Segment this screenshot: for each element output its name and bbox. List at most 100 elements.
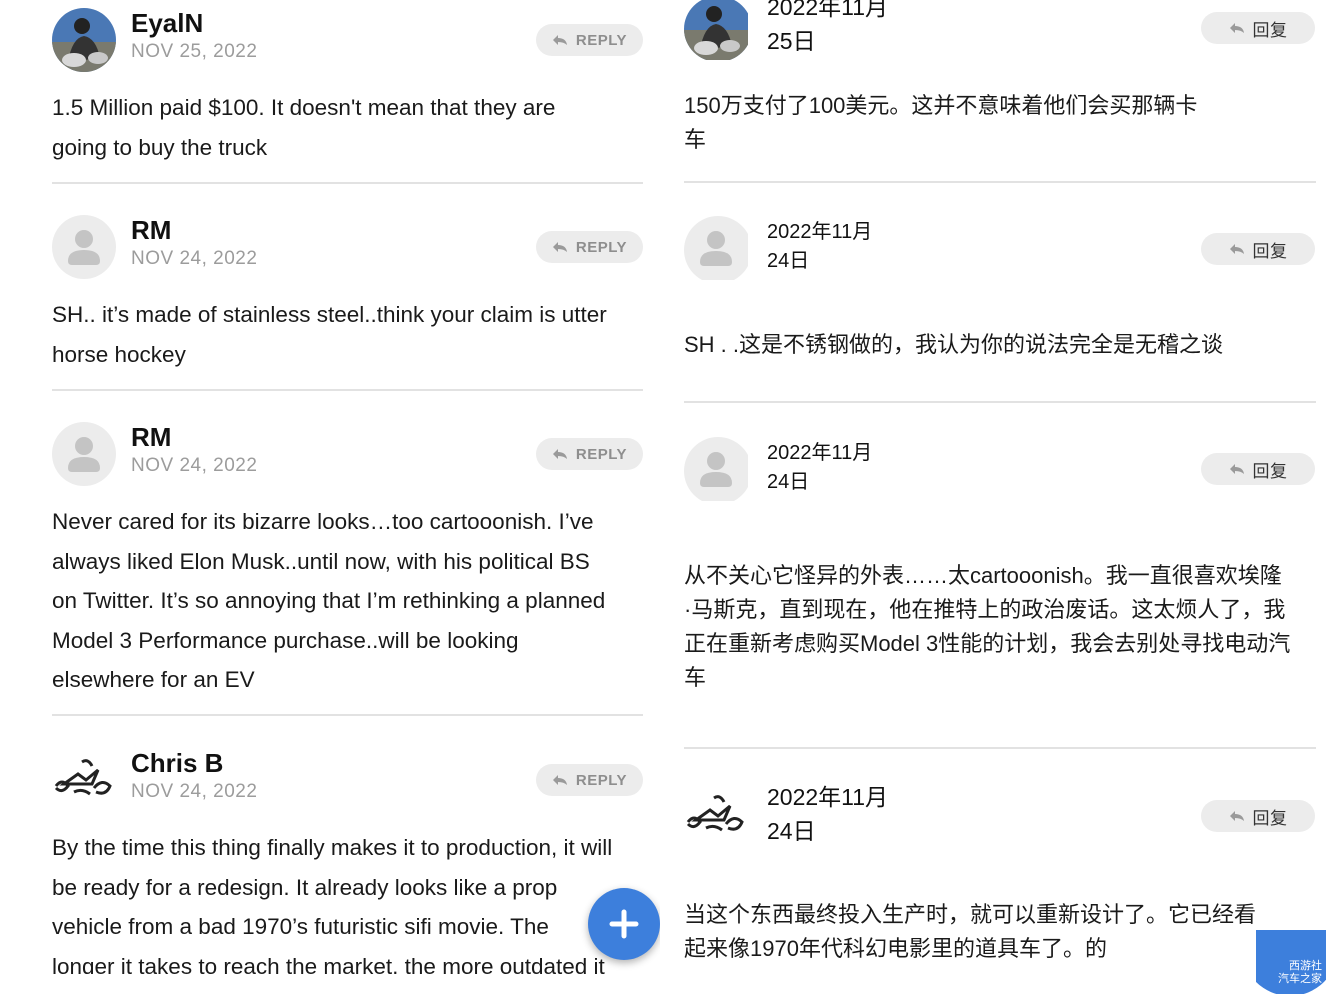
date-line: 2022年11月	[767, 221, 873, 243]
comment-author: RM	[131, 215, 172, 245]
user-photo-icon	[52, 8, 116, 72]
reply-label: 回复	[1252, 241, 1288, 261]
comment-date: 2022年11月 24日	[767, 780, 888, 848]
divider	[52, 182, 643, 184]
avatar[interactable]	[52, 748, 116, 812]
reply-label: REPLY	[575, 31, 628, 49]
reply-button[interactable]: REPLY	[536, 24, 643, 56]
add-comment-button[interactable]	[588, 888, 660, 960]
reply-arrow-icon	[1229, 23, 1244, 33]
comment-line: 从不关心它怪异的外表……太cartooonish。我一直很喜欢埃隆	[684, 563, 1282, 588]
default-user-icon	[52, 215, 116, 279]
comment-line: Never cared for its bizarre looks…too ca…	[52, 509, 594, 534]
watermark-line: 汽车之家	[1278, 973, 1322, 985]
plus-icon	[609, 909, 639, 939]
date-line: 25日	[767, 28, 816, 54]
avatar[interactable]	[52, 8, 116, 72]
comment-body: 从不关心它怪异的外表……太cartooonish。我一直很喜欢埃隆 ·马斯克，直…	[684, 559, 1316, 695]
comment-line: Model 3 Performance purchase..will be lo…	[52, 627, 519, 653]
motorcycle-sketch-icon	[52, 748, 116, 812]
motorcycle-sketch-icon	[684, 784, 748, 848]
default-user-icon	[684, 437, 748, 501]
reply-arrow-icon	[1229, 244, 1244, 254]
comment-line: 1.5 Million paid $100. It doesn't mean t…	[52, 95, 556, 120]
comment-line: By the time this thing finally makes it …	[52, 835, 613, 860]
reply-label: 回复	[1252, 808, 1288, 828]
comment-date: 2022年11月 24日	[767, 218, 872, 276]
date-line: 2022年11月	[767, 442, 873, 464]
avatar[interactable]	[684, 216, 752, 284]
comment-date: 2022年11月 24日	[767, 439, 872, 497]
comment-author: RM	[131, 422, 172, 452]
comment-body: 当这个东西最终投入生产时，就可以重新设计了。它已经看 起来像1970年代科幻电影…	[684, 898, 1316, 966]
reply-label: REPLY	[575, 445, 628, 463]
date-line: 24日	[767, 250, 810, 272]
avatar[interactable]	[52, 215, 116, 279]
comment-date: 2022年11月 25日	[767, 0, 888, 58]
watermark-line: 西游社	[1289, 960, 1322, 972]
chinese-comments-column: 2022年11月 25日 回复 150万支付了100美元。这并不意味着他们会买那…	[662, 0, 1326, 994]
comment-line: 起来像1970年代科幻电影里的道具车了。的	[684, 936, 1107, 961]
reply-arrow-icon	[552, 775, 567, 785]
comment-line: vehicle from a bad 1970’s futuristic sif…	[52, 914, 549, 939]
divider	[684, 747, 1316, 749]
reply-button[interactable]: REPLY	[536, 438, 643, 470]
reply-button[interactable]: 回复	[1201, 12, 1315, 44]
reply-label: REPLY	[575, 238, 628, 256]
comment-date: NOV 24, 2022	[131, 455, 258, 476]
reply-button[interactable]: REPLY	[536, 764, 643, 796]
comment-line: 正在重新考虑购买Model 3性能的计划，我会去别处寻找电动汽	[684, 631, 1291, 656]
reply-button[interactable]: REPLY	[536, 231, 643, 263]
comment-author: Chris B	[131, 748, 224, 778]
avatar[interactable]	[684, 784, 752, 852]
comment-line: SH.. it’s made of stainless steel..think…	[52, 302, 607, 327]
date-line: 2022年11月	[767, 784, 889, 810]
comment-line: going to buy the truck	[52, 134, 268, 160]
watermark-text: 西游社 汽车之家	[1278, 960, 1322, 986]
comment-author: EyalN	[131, 8, 204, 38]
divider	[52, 714, 643, 716]
reply-label: 回复	[1252, 20, 1288, 40]
comment-line: on Twitter. It’s so annoying that I’m re…	[52, 588, 606, 613]
reply-arrow-icon	[552, 242, 567, 252]
reply-button[interactable]: 回复	[1201, 800, 1315, 832]
comment-line: ·马斯克，直到现在，他在推特上的政治废话。这太烦人了，我	[684, 597, 1286, 622]
comment-line: 当这个东西最终投入生产时，就可以重新设计了。它已经看	[684, 902, 1257, 927]
avatar[interactable]	[684, 437, 752, 505]
comment-body: By the time this thing finally makes it …	[52, 828, 656, 974]
reply-label: 回复	[1252, 461, 1288, 481]
comment-body: Never cared for its bizarre looks…too ca…	[52, 502, 652, 700]
comment-body: 1.5 Million paid $100. It doesn't mean t…	[52, 88, 652, 167]
date-line: 2022年11月	[767, 0, 889, 20]
default-user-icon	[684, 216, 748, 280]
comment-line: be ready for a redesign. It already look…	[52, 874, 558, 900]
comment-date: NOV 25, 2022	[131, 41, 258, 62]
date-line: 24日	[767, 471, 810, 493]
avatar[interactable]	[52, 422, 116, 486]
comment-line: 车	[684, 665, 707, 690]
divider	[684, 401, 1316, 403]
comment-body: SH . .这是不锈钢做的，我认为你的说法完全是无稽之谈	[684, 328, 1314, 362]
comment-line: longer it takes to reach the market, the…	[52, 953, 605, 975]
comment-body: SH.. it’s made of stainless steel..think…	[52, 295, 652, 374]
comment-line: SH . .这是不锈钢做的，我认为你的说法完全是无稽之谈	[684, 332, 1224, 357]
reply-label: REPLY	[575, 771, 628, 789]
comment-line: always liked Elon Musk..until now, with …	[52, 548, 590, 574]
reply-button[interactable]: 回复	[1201, 453, 1315, 485]
comment-body: 150万支付了100美元。这并不意味着他们会买那辆卡 车	[684, 89, 1314, 157]
date-line: 24日	[767, 818, 816, 844]
reply-arrow-icon	[1229, 464, 1244, 474]
reply-arrow-icon	[1229, 811, 1244, 821]
reply-arrow-icon	[552, 35, 567, 45]
watermark-badge: 西游社 汽车之家	[1256, 930, 1326, 994]
user-photo-icon	[684, 0, 748, 60]
divider	[684, 181, 1316, 183]
comment-line: horse hockey	[52, 341, 186, 367]
reply-button[interactable]: 回复	[1201, 233, 1315, 265]
comment-line: 车	[684, 127, 707, 152]
divider	[52, 389, 643, 391]
avatar[interactable]	[684, 0, 752, 62]
comment-line: 150万支付了100美元。这并不意味着他们会买那辆卡	[684, 93, 1198, 118]
reply-arrow-icon	[552, 449, 567, 459]
english-comments-column: EyalN NOV 25, 2022 REPLY 1.5 Million pai…	[0, 0, 660, 994]
